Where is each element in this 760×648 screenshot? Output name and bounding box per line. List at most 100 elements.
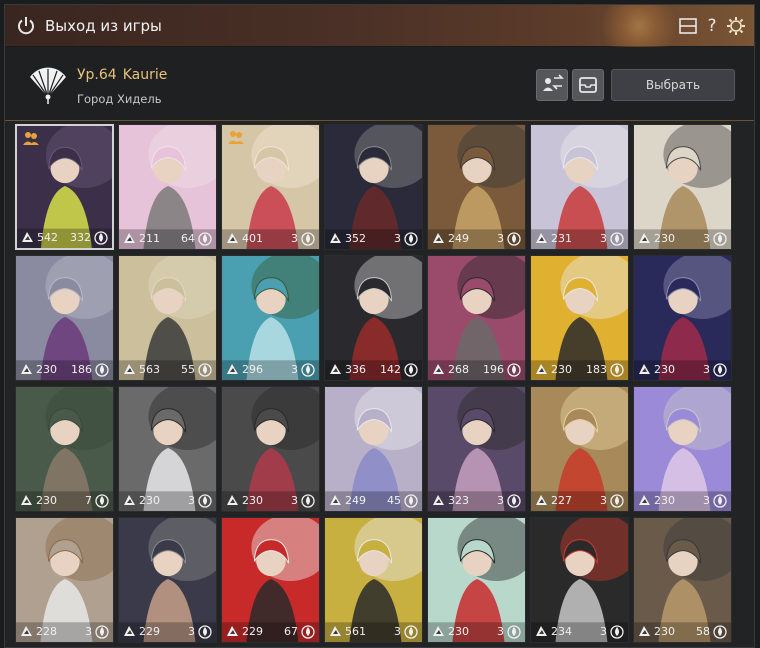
- flame-icon: [507, 363, 521, 377]
- flame-icon: [198, 494, 212, 508]
- energy-value: 230: [242, 494, 263, 507]
- character-card[interactable]: 234 3: [530, 517, 629, 643]
- energy-value: 296: [242, 363, 263, 376]
- flame-icon: [198, 625, 212, 639]
- energy-value: 230: [654, 494, 675, 507]
- energy-value: 230: [36, 363, 57, 376]
- character-card[interactable]: 401 3: [221, 124, 320, 250]
- contribution-value: 196: [483, 363, 504, 376]
- energy-icon: [433, 233, 444, 243]
- character-card[interactable]: 230 186: [15, 255, 114, 381]
- character-card[interactable]: 229 67: [221, 517, 320, 643]
- flame-icon: [301, 625, 315, 639]
- contribution-value: 3: [85, 625, 92, 638]
- energy-icon: [21, 626, 32, 636]
- contribution-value: 183: [586, 363, 607, 376]
- character-card[interactable]: 323 3: [427, 386, 526, 512]
- energy-icon: [330, 233, 341, 243]
- character-card[interactable]: 230 3: [221, 386, 320, 512]
- energy-icon: [639, 364, 650, 374]
- flame-icon: [198, 363, 212, 377]
- character-card[interactable]: 230 183: [530, 255, 629, 381]
- window-mode-icon[interactable]: [678, 16, 698, 36]
- character-card[interactable]: 296 3: [221, 255, 320, 381]
- energy-value: 230: [654, 625, 675, 638]
- energy-icon: [639, 233, 650, 243]
- character-stats: 230 183: [531, 360, 628, 380]
- energy-icon: [227, 233, 238, 243]
- character-card[interactable]: 230 3: [633, 255, 732, 381]
- character-card[interactable]: 227 3: [530, 386, 629, 512]
- title-bar: Выход из игры ?: [5, 5, 754, 47]
- character-stats: 230 3: [222, 491, 319, 511]
- group-icon: [23, 132, 39, 145]
- character-card[interactable]: 542 332: [15, 124, 114, 250]
- character-name: Kaurie: [122, 67, 168, 83]
- character-card[interactable]: 230 58: [633, 517, 732, 643]
- character-header: Ур.64 Kaurie Город Хидель Выбрать: [5, 47, 754, 121]
- character-card[interactable]: 268 196: [427, 255, 526, 381]
- energy-icon: [227, 626, 238, 636]
- character-stats: 249 45: [325, 491, 422, 511]
- character-card[interactable]: 230 3: [633, 386, 732, 512]
- contribution-value: 332: [70, 231, 91, 244]
- energy-icon: [536, 626, 547, 636]
- character-card[interactable]: 561 3: [324, 517, 423, 643]
- help-icon[interactable]: ?: [702, 16, 722, 36]
- character-card[interactable]: 249 45: [324, 386, 423, 512]
- character-card[interactable]: 352 3: [324, 124, 423, 250]
- settings-gear-icon[interactable]: [726, 16, 746, 36]
- contribution-value: 3: [188, 625, 195, 638]
- character-card[interactable]: 230 7: [15, 386, 114, 512]
- energy-value: 336: [345, 363, 366, 376]
- character-stats: 229 3: [119, 622, 216, 642]
- character-stats: 230 3: [119, 491, 216, 511]
- character-card[interactable]: 249 3: [427, 124, 526, 250]
- character-card[interactable]: 231 3: [530, 124, 629, 250]
- contribution-value: 7: [85, 494, 92, 507]
- character-stats: 211 64: [119, 229, 216, 249]
- flame-icon: [404, 363, 418, 377]
- character-card[interactable]: 228 3: [15, 517, 114, 643]
- flame-icon: [610, 494, 624, 508]
- contribution-value: 3: [291, 363, 298, 376]
- character-card[interactable]: 211 64: [118, 124, 217, 250]
- energy-icon: [536, 495, 547, 505]
- swap-character-button[interactable]: [536, 69, 568, 101]
- energy-icon: [330, 626, 341, 636]
- energy-icon: [21, 495, 32, 505]
- select-button[interactable]: Выбрать: [611, 69, 735, 101]
- character-card[interactable]: 230 3: [118, 386, 217, 512]
- character-card[interactable]: 230 3: [633, 124, 732, 250]
- class-fan-icon: [30, 67, 66, 104]
- character-card[interactable]: 336 142: [324, 255, 423, 381]
- storage-button[interactable]: [572, 69, 604, 101]
- character-stats: 249 3: [428, 229, 525, 249]
- title-decoration: [534, 5, 684, 47]
- character-level-name: Ур.64 Kaurie: [77, 67, 167, 83]
- flame-icon: [507, 494, 521, 508]
- character-stats: 228 3: [16, 622, 113, 642]
- power-icon[interactable]: [15, 15, 37, 37]
- character-stats: 229 67: [222, 622, 319, 642]
- energy-icon: [124, 626, 135, 636]
- contribution-value: 67: [284, 625, 298, 638]
- contribution-value: 45: [387, 494, 401, 507]
- character-grid: 542 332 211 64 401 3 352 3 249 3 231 3 230 3 230 186 563…: [15, 124, 749, 648]
- flame-icon: [713, 232, 727, 246]
- energy-icon: [22, 232, 33, 242]
- character-location: Город Хидель: [77, 92, 162, 106]
- character-card[interactable]: 563 55: [118, 255, 217, 381]
- contribution-value: 3: [600, 494, 607, 507]
- contribution-value: 186: [71, 363, 92, 376]
- contribution-value: 64: [181, 232, 195, 245]
- flame-icon: [610, 232, 624, 246]
- flame-icon: [713, 625, 727, 639]
- energy-icon: [433, 364, 444, 374]
- character-card[interactable]: 229 3: [118, 517, 217, 643]
- energy-icon: [227, 495, 238, 505]
- character-card[interactable]: 230 3: [427, 517, 526, 643]
- energy-value: 249: [345, 494, 366, 507]
- energy-value: 401: [242, 232, 263, 245]
- energy-value: 227: [551, 494, 572, 507]
